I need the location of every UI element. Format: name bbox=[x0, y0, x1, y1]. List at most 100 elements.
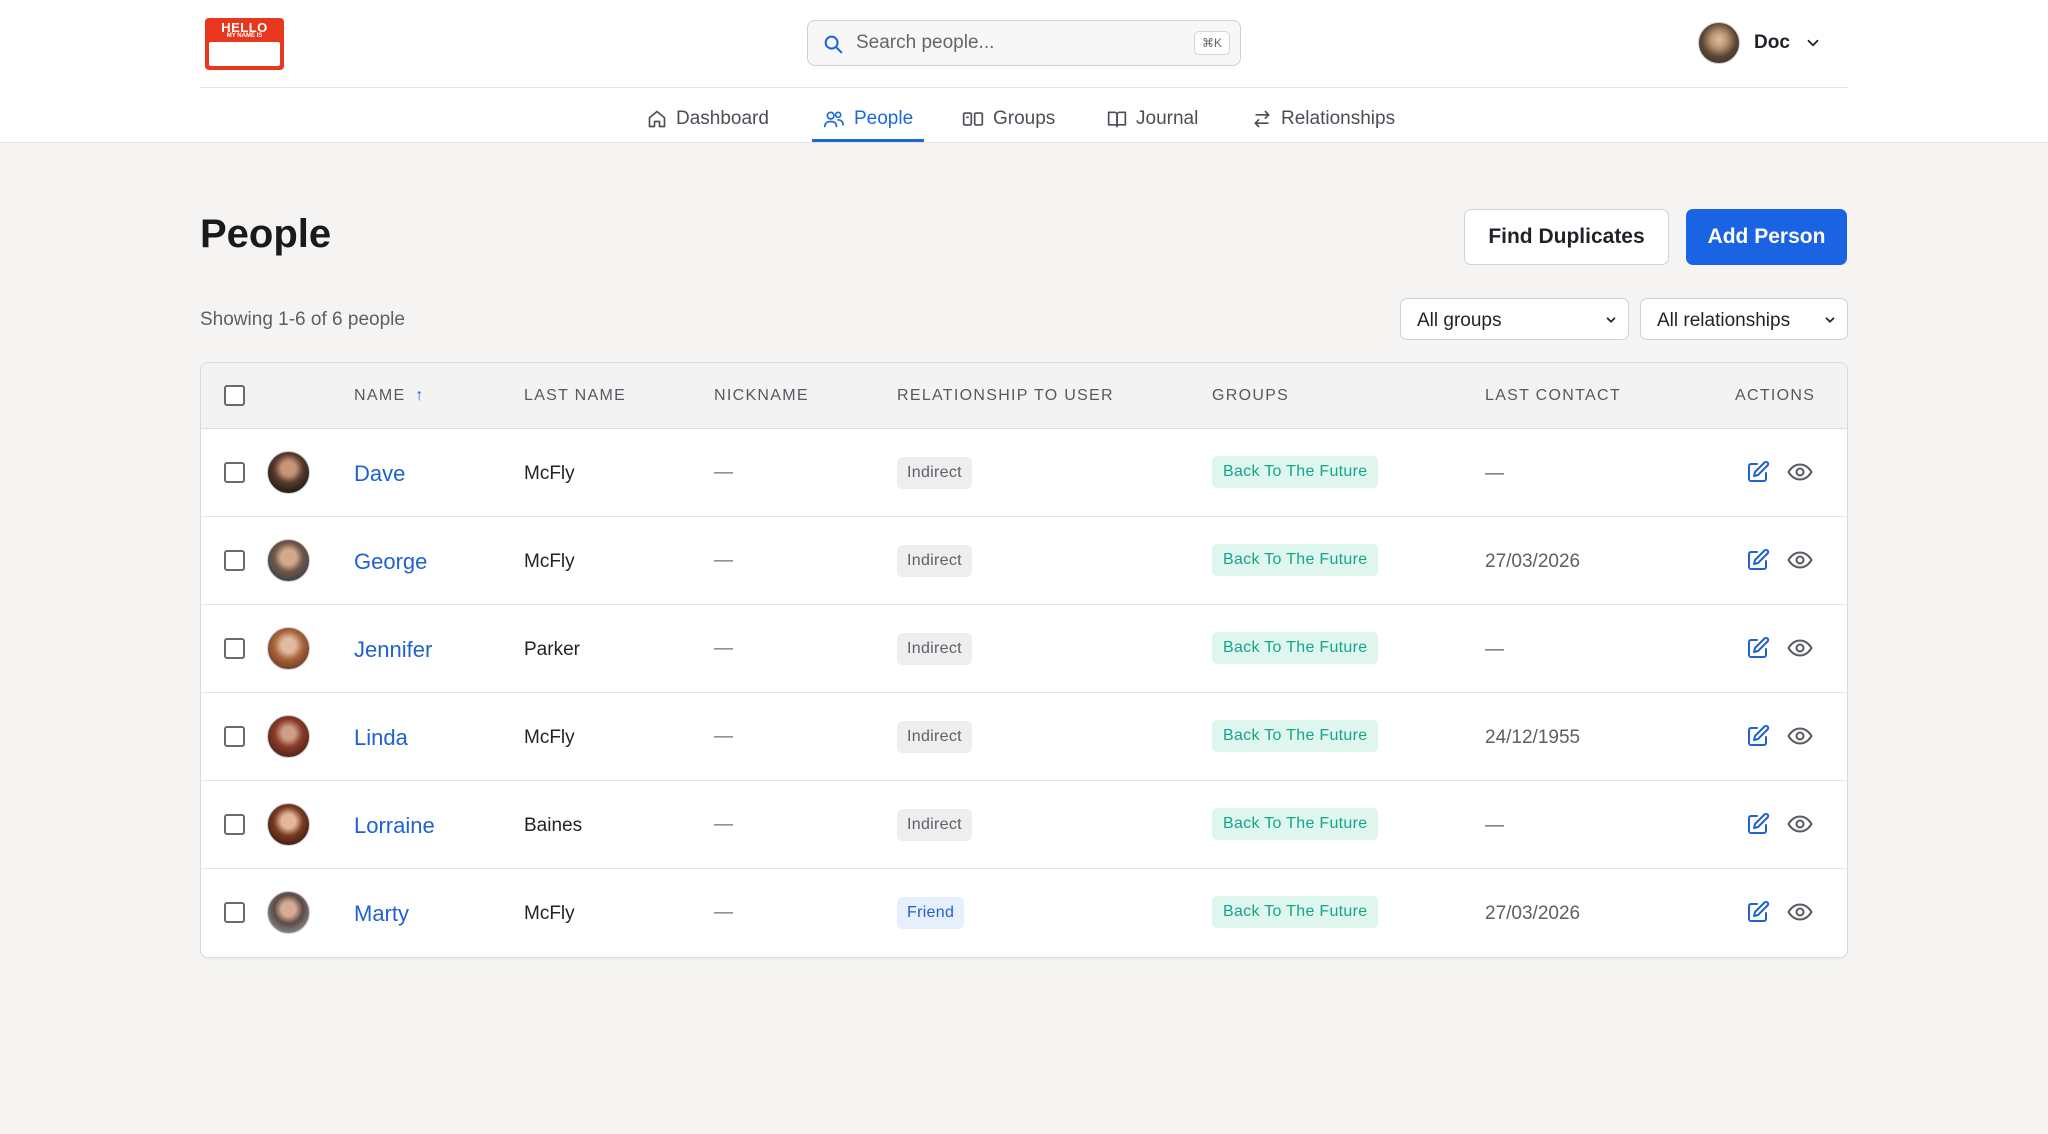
group-badge[interactable]: Back To The Future bbox=[1212, 808, 1379, 840]
person-name-link[interactable]: Lorraine bbox=[354, 813, 435, 839]
nav-relationships-label: Relationships bbox=[1281, 108, 1396, 129]
logo-subtitle-text: MY NAME IS bbox=[226, 33, 263, 39]
nickname-cell: — bbox=[714, 726, 733, 747]
row-checkbox[interactable] bbox=[224, 726, 245, 747]
relationships-filter-select[interactable]: All relationships bbox=[1640, 298, 1848, 340]
nickname-cell: — bbox=[714, 814, 733, 835]
column-header-nickname: NICKNAME bbox=[714, 387, 809, 404]
edit-icon[interactable] bbox=[1746, 636, 1770, 660]
person-name-link[interactable]: Dave bbox=[354, 461, 405, 487]
last-contact-cell: 27/03/2026 bbox=[1485, 903, 1581, 924]
select-all-checkbox[interactable] bbox=[224, 385, 245, 406]
person-name-link[interactable]: George bbox=[354, 549, 427, 575]
row-checkbox[interactable] bbox=[224, 462, 245, 483]
avatar[interactable] bbox=[267, 891, 310, 934]
view-eye-icon[interactable] bbox=[1787, 725, 1813, 747]
page-title: People bbox=[200, 212, 332, 256]
nav-groups-label: Groups bbox=[993, 108, 1056, 129]
nav-relationships[interactable]: Relationships bbox=[1252, 95, 1395, 143]
sort-ascending-icon: ↑ bbox=[415, 387, 425, 404]
edit-icon[interactable] bbox=[1746, 548, 1770, 572]
edit-icon[interactable] bbox=[1746, 724, 1770, 748]
chevron-down-icon bbox=[1606, 317, 1616, 323]
person-name-link[interactable]: Marty bbox=[354, 901, 409, 927]
avatar[interactable] bbox=[267, 803, 310, 846]
chevron-down-icon bbox=[1807, 39, 1819, 47]
column-header-actions: ACTIONS bbox=[1735, 387, 1816, 404]
find-duplicates-button[interactable]: Find Duplicates bbox=[1464, 209, 1669, 265]
book-icon bbox=[1107, 111, 1127, 128]
last-contact-cell: 27/03/2026 bbox=[1485, 551, 1581, 572]
home-icon bbox=[648, 110, 666, 128]
user-avatar bbox=[1698, 22, 1740, 64]
last-name-cell: McFly bbox=[524, 463, 575, 484]
table-row: Jennifer Parker — Indirect Back To The F… bbox=[201, 605, 1847, 693]
row-checkbox[interactable] bbox=[224, 550, 245, 571]
nickname-cell: — bbox=[714, 902, 733, 923]
person-name-link[interactable]: Linda bbox=[354, 725, 408, 751]
table-row: Lorraine Baines — Indirect Back To The F… bbox=[201, 781, 1847, 869]
nickname-cell: — bbox=[714, 638, 733, 659]
row-checkbox[interactable] bbox=[224, 902, 245, 923]
main-nav: Dashboard People Groups Journal Relation… bbox=[0, 95, 2048, 143]
arrows-swap-icon bbox=[1254, 110, 1270, 128]
edit-icon[interactable] bbox=[1746, 900, 1770, 924]
last-name-cell: Baines bbox=[524, 815, 583, 836]
person-name-link[interactable]: Jennifer bbox=[354, 637, 432, 663]
nav-dashboard[interactable]: Dashboard bbox=[647, 95, 769, 143]
relationship-badge: Indirect bbox=[897, 809, 972, 841]
nickname-cell: — bbox=[714, 550, 733, 571]
column-header-name[interactable]: NAME ↑ bbox=[354, 387, 425, 405]
column-header-groups: GROUPS bbox=[1212, 387, 1290, 404]
nav-groups[interactable]: Groups bbox=[962, 95, 1055, 143]
nav-dashboard-label: Dashboard bbox=[676, 108, 769, 129]
nav-journal-label: Journal bbox=[1136, 108, 1199, 129]
row-checkbox[interactable] bbox=[224, 814, 245, 835]
nav-people[interactable]: People bbox=[811, 95, 925, 143]
search-input[interactable] bbox=[856, 29, 1156, 57]
hello-name-tag-logo[interactable]: HELLO MY NAME IS bbox=[205, 18, 284, 70]
results-count: Showing 1-6 of 6 people bbox=[200, 309, 405, 330]
last-contact-cell: — bbox=[1485, 815, 1504, 836]
search-bar[interactable]: ⌘K bbox=[807, 20, 1241, 66]
nav-journal[interactable]: Journal bbox=[1107, 95, 1198, 143]
view-eye-icon[interactable] bbox=[1787, 901, 1813, 923]
relationships-filter-value: All relationships bbox=[1657, 310, 1791, 331]
table-row: Dave McFly — Indirect Back To The Future… bbox=[201, 429, 1847, 517]
group-badge[interactable]: Back To The Future bbox=[1212, 632, 1379, 664]
group-badge[interactable]: Back To The Future bbox=[1212, 544, 1379, 576]
last-contact-cell: — bbox=[1485, 463, 1504, 484]
nav-people-label: People bbox=[854, 108, 914, 129]
column-header-last-contact: LAST CONTACT bbox=[1485, 387, 1621, 404]
view-eye-icon[interactable] bbox=[1787, 549, 1813, 571]
avatar[interactable] bbox=[267, 451, 310, 494]
avatar[interactable] bbox=[267, 539, 310, 582]
avatar[interactable] bbox=[267, 627, 310, 670]
view-eye-icon[interactable] bbox=[1787, 461, 1813, 483]
group-badge[interactable]: Back To The Future bbox=[1212, 896, 1379, 928]
people-table: NAME ↑ LAST NAME NICKNAME RELATIONSHIP T… bbox=[200, 362, 1848, 958]
view-eye-icon[interactable] bbox=[1787, 637, 1813, 659]
nickname-cell: — bbox=[714, 462, 733, 483]
view-eye-icon[interactable] bbox=[1787, 813, 1813, 835]
relationship-badge: Indirect bbox=[897, 457, 972, 489]
groups-filter-select[interactable]: All groups bbox=[1400, 298, 1629, 340]
avatar[interactable] bbox=[267, 715, 310, 758]
row-checkbox[interactable] bbox=[224, 638, 245, 659]
last-contact-cell: — bbox=[1485, 639, 1504, 660]
last-name-cell: McFly bbox=[524, 903, 575, 924]
user-name: Doc bbox=[1754, 32, 1790, 53]
group-badge[interactable]: Back To The Future bbox=[1212, 720, 1379, 752]
relationship-badge: Friend bbox=[897, 897, 965, 929]
search-shortcut-hint: ⌘K bbox=[1193, 31, 1230, 55]
edit-icon[interactable] bbox=[1746, 460, 1770, 484]
group-badge[interactable]: Back To The Future bbox=[1212, 456, 1379, 488]
add-person-button[interactable]: Add Person bbox=[1686, 209, 1847, 265]
table-row: George McFly — Indirect Back To The Futu… bbox=[201, 517, 1847, 605]
top-header: HELLO MY NAME IS ⌘K Doc Dashboard People… bbox=[0, 0, 2048, 143]
user-menu[interactable]: Doc bbox=[1698, 22, 1822, 64]
column-header-last-name: LAST NAME bbox=[524, 387, 627, 404]
relationship-badge: Indirect bbox=[897, 545, 972, 577]
edit-icon[interactable] bbox=[1746, 812, 1770, 836]
last-name-cell: Parker bbox=[524, 639, 580, 660]
